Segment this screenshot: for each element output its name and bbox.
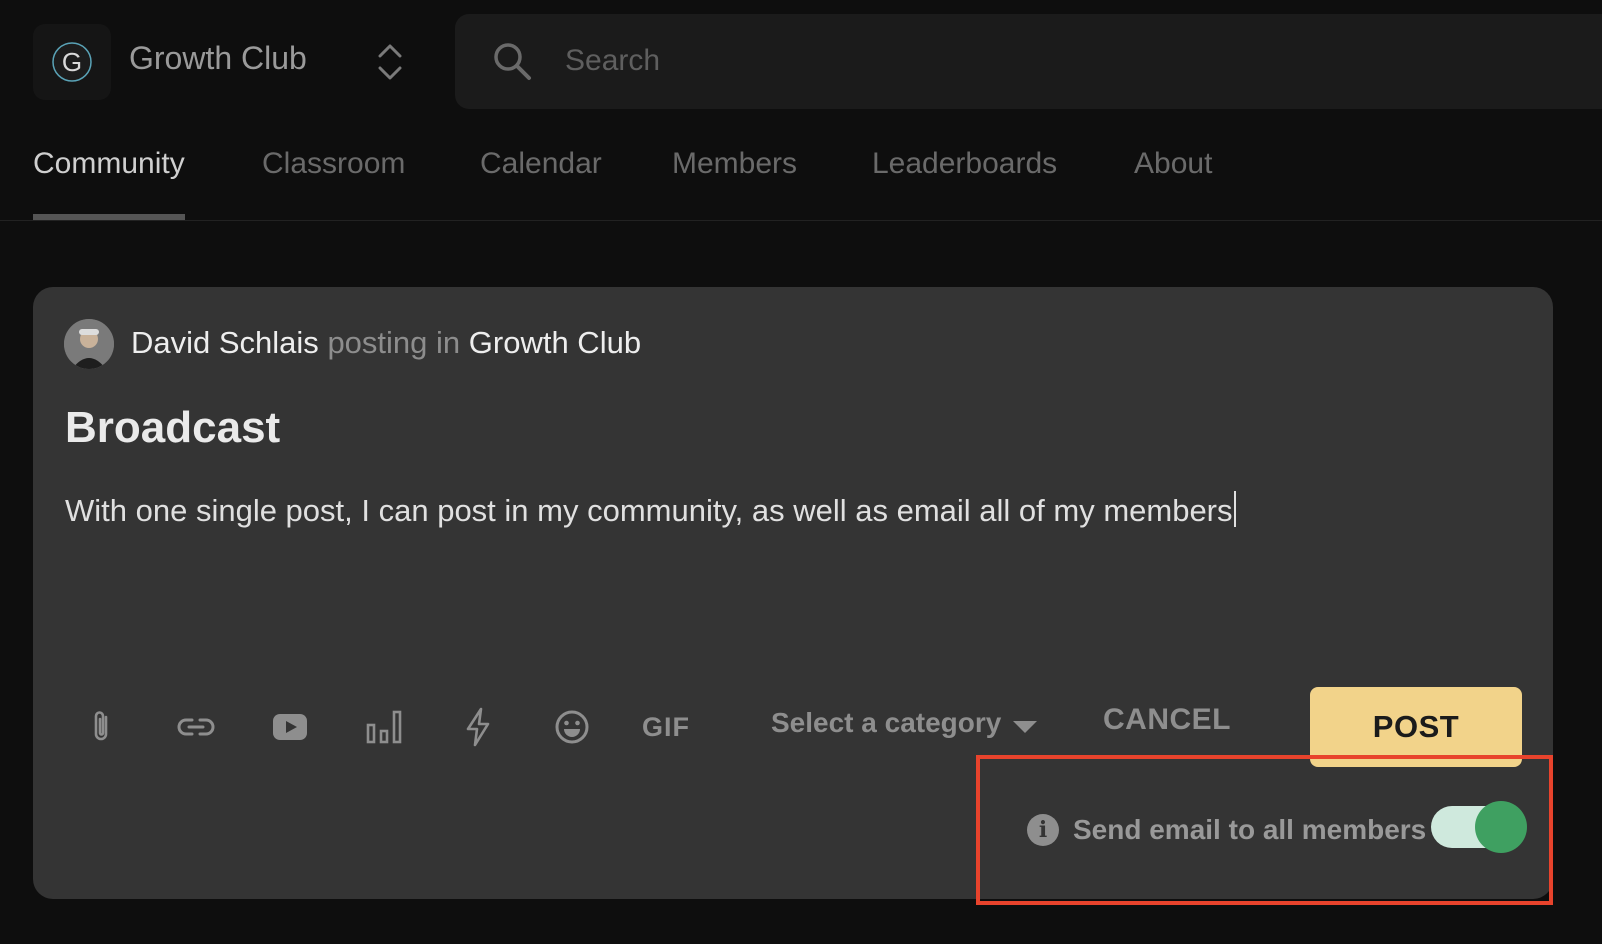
user-avatar-icon xyxy=(64,319,114,369)
toggle-knob xyxy=(1475,801,1527,853)
tab-about[interactable]: About xyxy=(1134,120,1212,220)
post-body-field[interactable]: With one single post, I can post in my c… xyxy=(65,491,1236,529)
post-composer: David Schlais posting in Growth Club Bro… xyxy=(33,287,1553,899)
tab-members[interactable]: Members xyxy=(672,120,797,220)
attachment-icon xyxy=(94,711,108,741)
tab-community[interactable]: Community xyxy=(33,120,185,220)
send-email-toggle[interactable] xyxy=(1431,801,1527,853)
switch-club-chevrons-icon[interactable] xyxy=(374,40,406,84)
send-email-option: i Send email to all members xyxy=(1013,800,1527,860)
text-caret xyxy=(1233,491,1236,527)
post-title-field[interactable]: Broadcast xyxy=(65,403,280,453)
club-name[interactable]: Growth Club xyxy=(129,40,307,77)
add-poll-button[interactable] xyxy=(359,702,409,752)
lightning-icon xyxy=(466,707,490,747)
youtube-icon xyxy=(273,714,307,740)
tab-leaderboards[interactable]: Leaderboards xyxy=(872,120,1057,220)
posting-in-text: posting in xyxy=(327,325,461,360)
attach-file-button[interactable] xyxy=(77,702,127,752)
link-icon xyxy=(177,718,215,736)
post-button[interactable]: POST xyxy=(1310,687,1522,767)
chevron-down-icon[interactable] xyxy=(1013,721,1037,733)
add-emoji-button[interactable] xyxy=(547,702,597,752)
emoji-icon xyxy=(555,710,589,744)
post-body-text: With one single post, I can post in my c… xyxy=(65,493,1233,528)
add-video-button[interactable] xyxy=(265,702,315,752)
cancel-button[interactable]: CANCEL xyxy=(1103,703,1231,737)
svg-text:G: G xyxy=(62,47,82,77)
category-select[interactable]: Select a category xyxy=(771,707,1001,739)
group-name[interactable]: Growth Club xyxy=(469,325,641,360)
gif-icon: GIF xyxy=(642,711,690,742)
post-byline: David Schlais posting in Growth Club xyxy=(131,325,641,361)
tab-calendar[interactable]: Calendar xyxy=(480,120,602,220)
tab-classroom[interactable]: Classroom xyxy=(262,120,405,220)
avatar xyxy=(64,319,114,369)
send-email-label: Send email to all members xyxy=(1073,814,1427,845)
add-link-button[interactable] xyxy=(171,702,221,752)
info-icon[interactable]: i xyxy=(1027,814,1059,846)
add-action-button[interactable] xyxy=(453,702,503,752)
search-input[interactable] xyxy=(565,36,1465,86)
logo-mark-icon: G xyxy=(52,42,92,82)
top-bar: G Growth Club xyxy=(0,0,1602,120)
club-logo[interactable]: G xyxy=(33,24,111,100)
nav-tabs: Community Classroom Calendar Members Lea… xyxy=(0,120,1602,221)
poll-icon xyxy=(366,710,402,744)
search-bar[interactable] xyxy=(455,14,1602,109)
author-name[interactable]: David Schlais xyxy=(131,325,319,360)
search-icon xyxy=(494,43,531,80)
add-gif-button[interactable]: GIF xyxy=(641,702,691,752)
